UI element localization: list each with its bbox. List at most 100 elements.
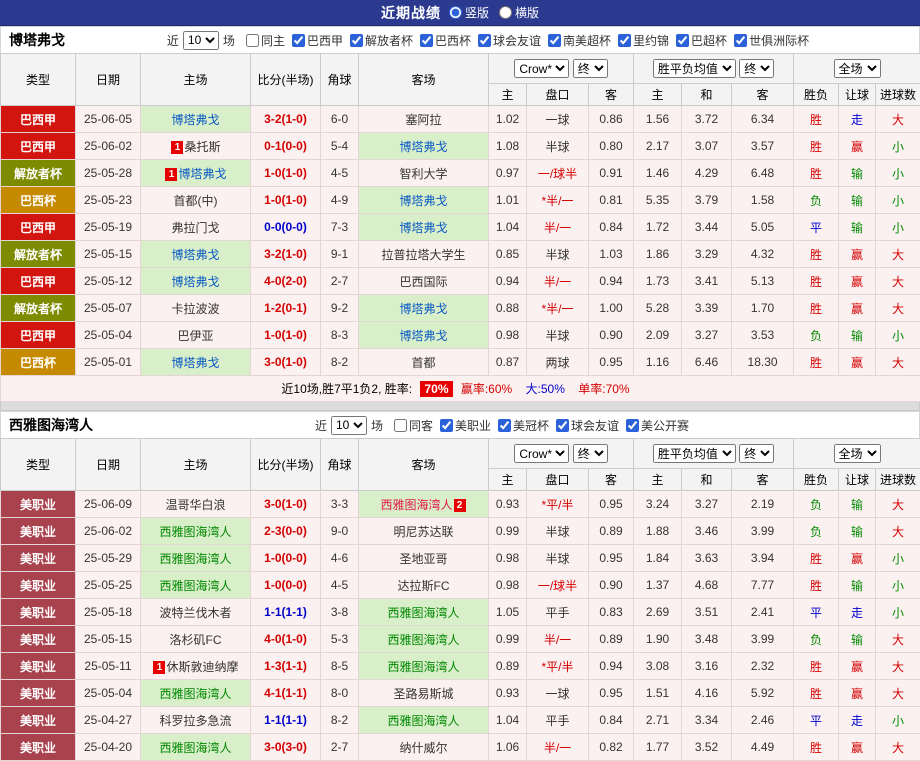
scope-select[interactable]: 全场 <box>834 59 881 78</box>
away-team-cell[interactable]: 博塔弗戈 <box>359 133 489 160</box>
euro-stage-select[interactable]: 终 <box>739 59 774 78</box>
filter-checkbox[interactable] <box>394 419 407 432</box>
home-team-cell[interactable]: 博塔弗戈 <box>141 268 251 295</box>
euro-draw-cell: 3.27 <box>682 322 732 349</box>
filter-option[interactable]: 里约锦 <box>618 32 669 49</box>
scope-select[interactable]: 全场 <box>834 444 881 463</box>
odds-company-select[interactable]: Crow* <box>514 59 569 78</box>
filter-option[interactable]: 世俱洲际杯 <box>734 32 809 49</box>
away-team-cell[interactable]: 塞阿拉 <box>359 106 489 133</box>
layout-option[interactable]: 横版 <box>499 4 539 21</box>
home-team-cell[interactable]: 波特兰伐木者 <box>141 599 251 626</box>
euro-type-select[interactable]: 胜平负均值 <box>653 59 736 78</box>
recent-count-select[interactable]: 10 <box>331 416 367 435</box>
odds-stage-select[interactable]: 终 <box>573 59 608 78</box>
handicap-result-cell: 赢 <box>839 734 876 761</box>
away-team-cell[interactable]: 纳什威尔 <box>359 734 489 761</box>
filter-checkbox[interactable] <box>440 419 453 432</box>
recent-count-select[interactable]: 10 <box>183 31 219 50</box>
away-team-cell[interactable]: 达拉斯FC <box>359 572 489 599</box>
euro-away-cell: 3.94 <box>732 545 794 572</box>
odds-company-select[interactable]: Crow* <box>514 444 569 463</box>
col-home: 主场 <box>141 439 251 491</box>
layout-radio[interactable] <box>449 6 462 19</box>
asian-home-odds-cell: 0.89 <box>489 653 527 680</box>
filter-option[interactable]: 解放者杯 <box>350 32 413 49</box>
filter-option[interactable]: 美公开赛 <box>626 417 689 434</box>
home-team-cell[interactable]: 洛杉矶FC <box>141 626 251 653</box>
filter-option[interactable]: 球会友谊 <box>478 32 541 49</box>
sub-asian-handicap: 盘口 <box>527 469 589 491</box>
corner-cell: 6-0 <box>321 106 359 133</box>
layout-option[interactable]: 竖版 <box>449 4 489 21</box>
home-team-cell[interactable]: 弗拉门戈 <box>141 214 251 241</box>
away-team-cell[interactable]: 智利大学 <box>359 160 489 187</box>
home-team-cell[interactable]: 1桑托斯 <box>141 133 251 160</box>
away-team-cell[interactable]: 圣路易斯城 <box>359 680 489 707</box>
home-team-cell[interactable]: 巴伊亚 <box>141 322 251 349</box>
filter-option[interactable]: 巴西杯 <box>420 32 471 49</box>
sub-euro-draw: 和 <box>682 469 732 491</box>
away-team-cell[interactable]: 明尼苏达联 <box>359 518 489 545</box>
date-cell: 25-05-01 <box>76 349 141 376</box>
filter-checkbox[interactable] <box>676 34 689 47</box>
away-team-cell[interactable]: 巴西国际 <box>359 268 489 295</box>
match-row: 美职业25-05-18波特兰伐木者1-1(1-1)3-8西雅图海湾人1.05平手… <box>1 599 920 626</box>
home-team-cell[interactable]: 1博塔弗戈 <box>141 160 251 187</box>
home-team-cell[interactable]: 西雅图海湾人 <box>141 734 251 761</box>
away-team-cell[interactable]: 西雅图海湾人 <box>359 707 489 734</box>
home-team-cell[interactable]: 西雅图海湾人 <box>141 572 251 599</box>
asian-home-odds-cell: 0.94 <box>489 268 527 295</box>
away-team-cell[interactable]: 拉普拉塔大学生 <box>359 241 489 268</box>
corner-cell: 8-5 <box>321 653 359 680</box>
filter-option[interactable]: 球会友谊 <box>556 417 619 434</box>
score-cell: 1-0(1-0) <box>251 187 321 214</box>
home-team-cell[interactable]: 西雅图海湾人 <box>141 518 251 545</box>
away-team-cell[interactable]: 西雅图海湾人 <box>359 653 489 680</box>
home-team-cell[interactable]: 西雅图海湾人 <box>141 680 251 707</box>
away-team-cell[interactable]: 博塔弗戈 <box>359 214 489 241</box>
home-team-cell[interactable]: 西雅图海湾人 <box>141 545 251 572</box>
away-team-cell[interactable]: 西雅图海湾人2 <box>359 491 489 518</box>
layout-radio[interactable] <box>499 6 512 19</box>
away-team-cell[interactable]: 博塔弗戈 <box>359 322 489 349</box>
euro-type-select[interactable]: 胜平负均值 <box>653 444 736 463</box>
filter-checkbox[interactable] <box>420 34 433 47</box>
filter-checkbox[interactable] <box>618 34 631 47</box>
filter-checkbox[interactable] <box>548 34 561 47</box>
handicap-cell: 一球 <box>527 680 589 707</box>
filter-checkbox[interactable] <box>734 34 747 47</box>
home-team-cell[interactable]: 博塔弗戈 <box>141 349 251 376</box>
filter-option[interactable]: 美冠杯 <box>498 417 549 434</box>
filter-checkbox[interactable] <box>350 34 363 47</box>
home-team-cell[interactable]: 科罗拉多急流 <box>141 707 251 734</box>
away-team-cell[interactable]: 博塔弗戈 <box>359 295 489 322</box>
away-team-cell[interactable]: 博塔弗戈 <box>359 187 489 214</box>
away-team-cell[interactable]: 首都 <box>359 349 489 376</box>
filter-option[interactable]: 美职业 <box>440 417 491 434</box>
filter-checkbox[interactable] <box>478 34 491 47</box>
home-team-cell[interactable]: 博塔弗戈 <box>141 241 251 268</box>
filter-checkbox[interactable] <box>292 34 305 47</box>
filter-checkbox[interactable] <box>498 419 511 432</box>
home-team-cell[interactable]: 卡拉波波 <box>141 295 251 322</box>
away-team-cell[interactable]: 西雅图海湾人 <box>359 599 489 626</box>
corner-cell: 2-7 <box>321 734 359 761</box>
odds-stage-select[interactable]: 终 <box>573 444 608 463</box>
euro-stage-select[interactable]: 终 <box>739 444 774 463</box>
filter-checkbox[interactable] <box>556 419 569 432</box>
filter-option[interactable]: 同客 <box>394 417 433 434</box>
home-team-cell[interactable]: 首都(中) <box>141 187 251 214</box>
filter-option[interactable]: 同主 <box>246 32 285 49</box>
filter-checkbox[interactable] <box>246 34 259 47</box>
home-team-cell[interactable]: 温哥华白浪 <box>141 491 251 518</box>
filter-option[interactable]: 南美超杯 <box>548 32 611 49</box>
away-team-cell[interactable]: 西雅图海湾人 <box>359 626 489 653</box>
filter-checkbox[interactable] <box>626 419 639 432</box>
away-team-cell[interactable]: 圣地亚哥 <box>359 545 489 572</box>
filter-option[interactable]: 巴西甲 <box>292 32 343 49</box>
date-cell: 25-05-28 <box>76 160 141 187</box>
home-team-cell[interactable]: 1休斯敦迪纳摩 <box>141 653 251 680</box>
home-team-cell[interactable]: 博塔弗戈 <box>141 106 251 133</box>
filter-option[interactable]: 巴超杯 <box>676 32 727 49</box>
